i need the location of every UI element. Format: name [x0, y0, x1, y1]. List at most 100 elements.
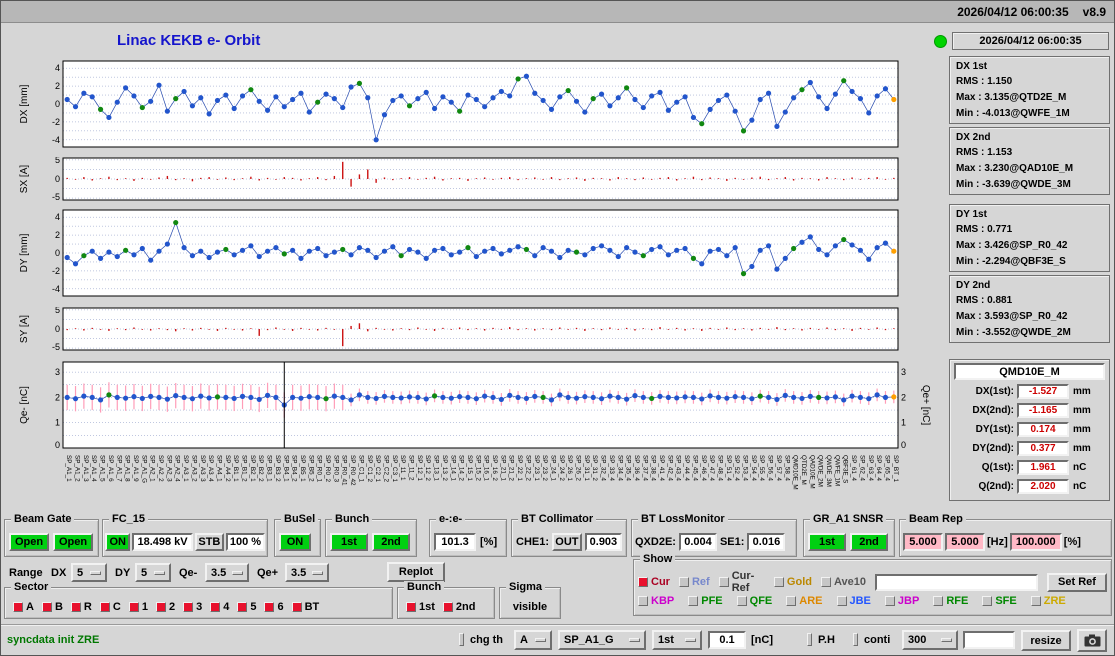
range-dx-select[interactable]: 5: [71, 563, 107, 582]
interval-select[interactable]: 300: [902, 630, 958, 650]
show-zre-toggle[interactable]: ZRE: [1031, 595, 1066, 607]
show-qfe-toggle[interactable]: QFE: [737, 595, 773, 607]
sector-3-checkbox[interactable]: [183, 602, 193, 612]
show-ave10-checkbox[interactable]: [821, 577, 831, 587]
set-ref-button[interactable]: Set Ref: [1047, 573, 1107, 592]
sector-r-toggle[interactable]: R: [71, 601, 92, 613]
sector-3-toggle[interactable]: 3: [183, 601, 202, 613]
show-qfe-checkbox[interactable]: [737, 596, 747, 606]
show-sfe-toggle[interactable]: SFE: [982, 595, 1016, 607]
range-qep-select[interactable]: 3.5: [285, 563, 329, 582]
svg-text:SP_R0_1: SP_R0_1: [316, 455, 323, 482]
show-rfe-toggle[interactable]: RFE: [933, 595, 968, 607]
show-zre-checkbox[interactable]: [1031, 596, 1041, 606]
show-jbe-checkbox[interactable]: [837, 596, 847, 606]
show-sfe-checkbox[interactable]: [982, 596, 992, 606]
sector-4-checkbox[interactable]: [210, 602, 220, 612]
sigma-visible-toggle[interactable]: visible: [513, 601, 547, 613]
beam-gate-open-button-1[interactable]: Open: [9, 533, 49, 551]
show-cur-toggle[interactable]: Cur: [638, 576, 670, 588]
show-pfe-checkbox[interactable]: [688, 596, 698, 606]
sector-a-checkbox[interactable]: [13, 602, 23, 612]
che1-out-button[interactable]: OUT: [552, 533, 582, 551]
show-are-toggle[interactable]: ARE: [786, 595, 822, 607]
show-ref-checkbox[interactable]: [679, 577, 689, 587]
sector-b-toggle[interactable]: B: [42, 601, 63, 613]
ref-name-input[interactable]: [875, 574, 1038, 591]
sector-4-toggle[interactable]: 4: [210, 601, 229, 613]
gr-a1-1st-button[interactable]: 1st: [808, 533, 846, 551]
bunch-1st-checkbox[interactable]: [406, 602, 416, 612]
show-jbp-checkbox[interactable]: [885, 596, 895, 606]
sector-c-toggle[interactable]: C: [100, 601, 121, 613]
svg-text:SP_51_4: SP_51_4: [725, 455, 732, 481]
sector-bt-checkbox[interactable]: [292, 602, 302, 612]
ph-toggle[interactable]: [807, 633, 812, 646]
range-qem-select[interactable]: 3.5: [205, 563, 249, 582]
show-cur-ref-toggle[interactable]: Cur-Ref: [719, 570, 765, 594]
sy-steering-plot[interactable]: 50-5: [37, 307, 915, 351]
bunch-select[interactable]: 1st: [652, 630, 702, 650]
threshold-input[interactable]: [708, 631, 746, 649]
chg-th-toggle[interactable]: [459, 633, 464, 646]
sector-5-toggle[interactable]: 5: [237, 601, 256, 613]
fc15-on-button[interactable]: ON: [105, 533, 130, 551]
replot-button[interactable]: Replot: [387, 562, 445, 582]
sector-r-checkbox[interactable]: [71, 602, 81, 612]
show-kbp-checkbox[interactable]: [638, 596, 648, 606]
sector-5-checkbox[interactable]: [237, 602, 247, 612]
sector-1-checkbox[interactable]: [129, 602, 139, 612]
sector-select[interactable]: A: [514, 630, 552, 650]
qmd-label: DY(1st):: [956, 424, 1014, 435]
charge-plot[interactable]: 32103210: [37, 361, 915, 449]
show-gold-checkbox[interactable]: [774, 577, 784, 587]
sector-2-toggle[interactable]: 2: [156, 601, 175, 613]
fc15-stb-button[interactable]: STB: [195, 533, 224, 551]
bunch-2nd-checkbox[interactable]: [443, 602, 453, 612]
bunch-2nd-toggle[interactable]: 2nd: [443, 601, 476, 613]
show-rfe-checkbox[interactable]: [933, 596, 943, 606]
svg-text:SP_B5_1: SP_B5_1: [299, 455, 306, 482]
conti-toggle[interactable]: [853, 633, 858, 646]
resize-button[interactable]: resize: [1021, 630, 1071, 651]
sector-bt-toggle[interactable]: BT: [292, 601, 320, 613]
bunch-1st-toggle[interactable]: 1st: [406, 601, 435, 613]
show-gold-toggle[interactable]: Gold: [774, 576, 812, 588]
beam-gate-open-button-2[interactable]: Open: [53, 533, 93, 551]
beam-status-indicator: [934, 35, 947, 48]
show-cur-checkbox[interactable]: [638, 577, 648, 587]
stat-box-dy2: DY 2nd RMS : 0.881 Max : 3.593@SP_R0_42 …: [949, 275, 1110, 343]
sector-6-checkbox[interactable]: [264, 602, 274, 612]
sector-c-checkbox[interactable]: [100, 602, 110, 612]
show-are-checkbox[interactable]: [786, 596, 796, 606]
dx-orbit-plot[interactable]: 420-2-4: [37, 60, 915, 148]
show-kbp-toggle[interactable]: KBP: [638, 595, 674, 607]
sector-1-toggle[interactable]: 1: [129, 601, 148, 613]
svg-text:SP_31_2: SP_31_2: [591, 455, 598, 481]
show-cur-ref-checkbox[interactable]: [719, 577, 729, 587]
busel-on-button[interactable]: ON: [279, 533, 311, 551]
show-jbe-toggle[interactable]: JBE: [837, 595, 871, 607]
sector-6-toggle[interactable]: 6: [264, 601, 283, 613]
show-ref-toggle[interactable]: Ref: [679, 576, 710, 588]
option-menu-dash: [90, 571, 101, 575]
sx-steering-plot[interactable]: 50-5: [37, 157, 915, 201]
range-dy-select[interactable]: 5: [135, 563, 171, 582]
screenshot-button[interactable]: [1077, 629, 1107, 652]
bunch-2nd-button[interactable]: 2nd: [372, 533, 410, 551]
gr-a1-2nd-button[interactable]: 2nd: [850, 533, 888, 551]
show-ave10-toggle[interactable]: Ave10: [821, 576, 866, 588]
sector-b-checkbox[interactable]: [42, 602, 52, 612]
svg-text:3: 3: [55, 367, 60, 377]
show-pfe-toggle[interactable]: PFE: [688, 595, 722, 607]
dy-orbit-plot[interactable]: 420-2-4: [37, 209, 915, 297]
sector-2-checkbox[interactable]: [156, 602, 166, 612]
bpm-select[interactable]: SP_A1_G: [558, 630, 646, 650]
svg-text:SP_48_4: SP_48_4: [716, 455, 723, 481]
bunch-1st-button[interactable]: 1st: [330, 533, 368, 551]
svg-text:SP_A2_4: SP_A2_4: [174, 455, 181, 482]
aux-input[interactable]: [963, 631, 1015, 649]
qmd-value: 0.174: [1017, 422, 1069, 437]
sector-a-toggle[interactable]: A: [13, 601, 34, 613]
show-jbp-toggle[interactable]: JBP: [885, 595, 919, 607]
